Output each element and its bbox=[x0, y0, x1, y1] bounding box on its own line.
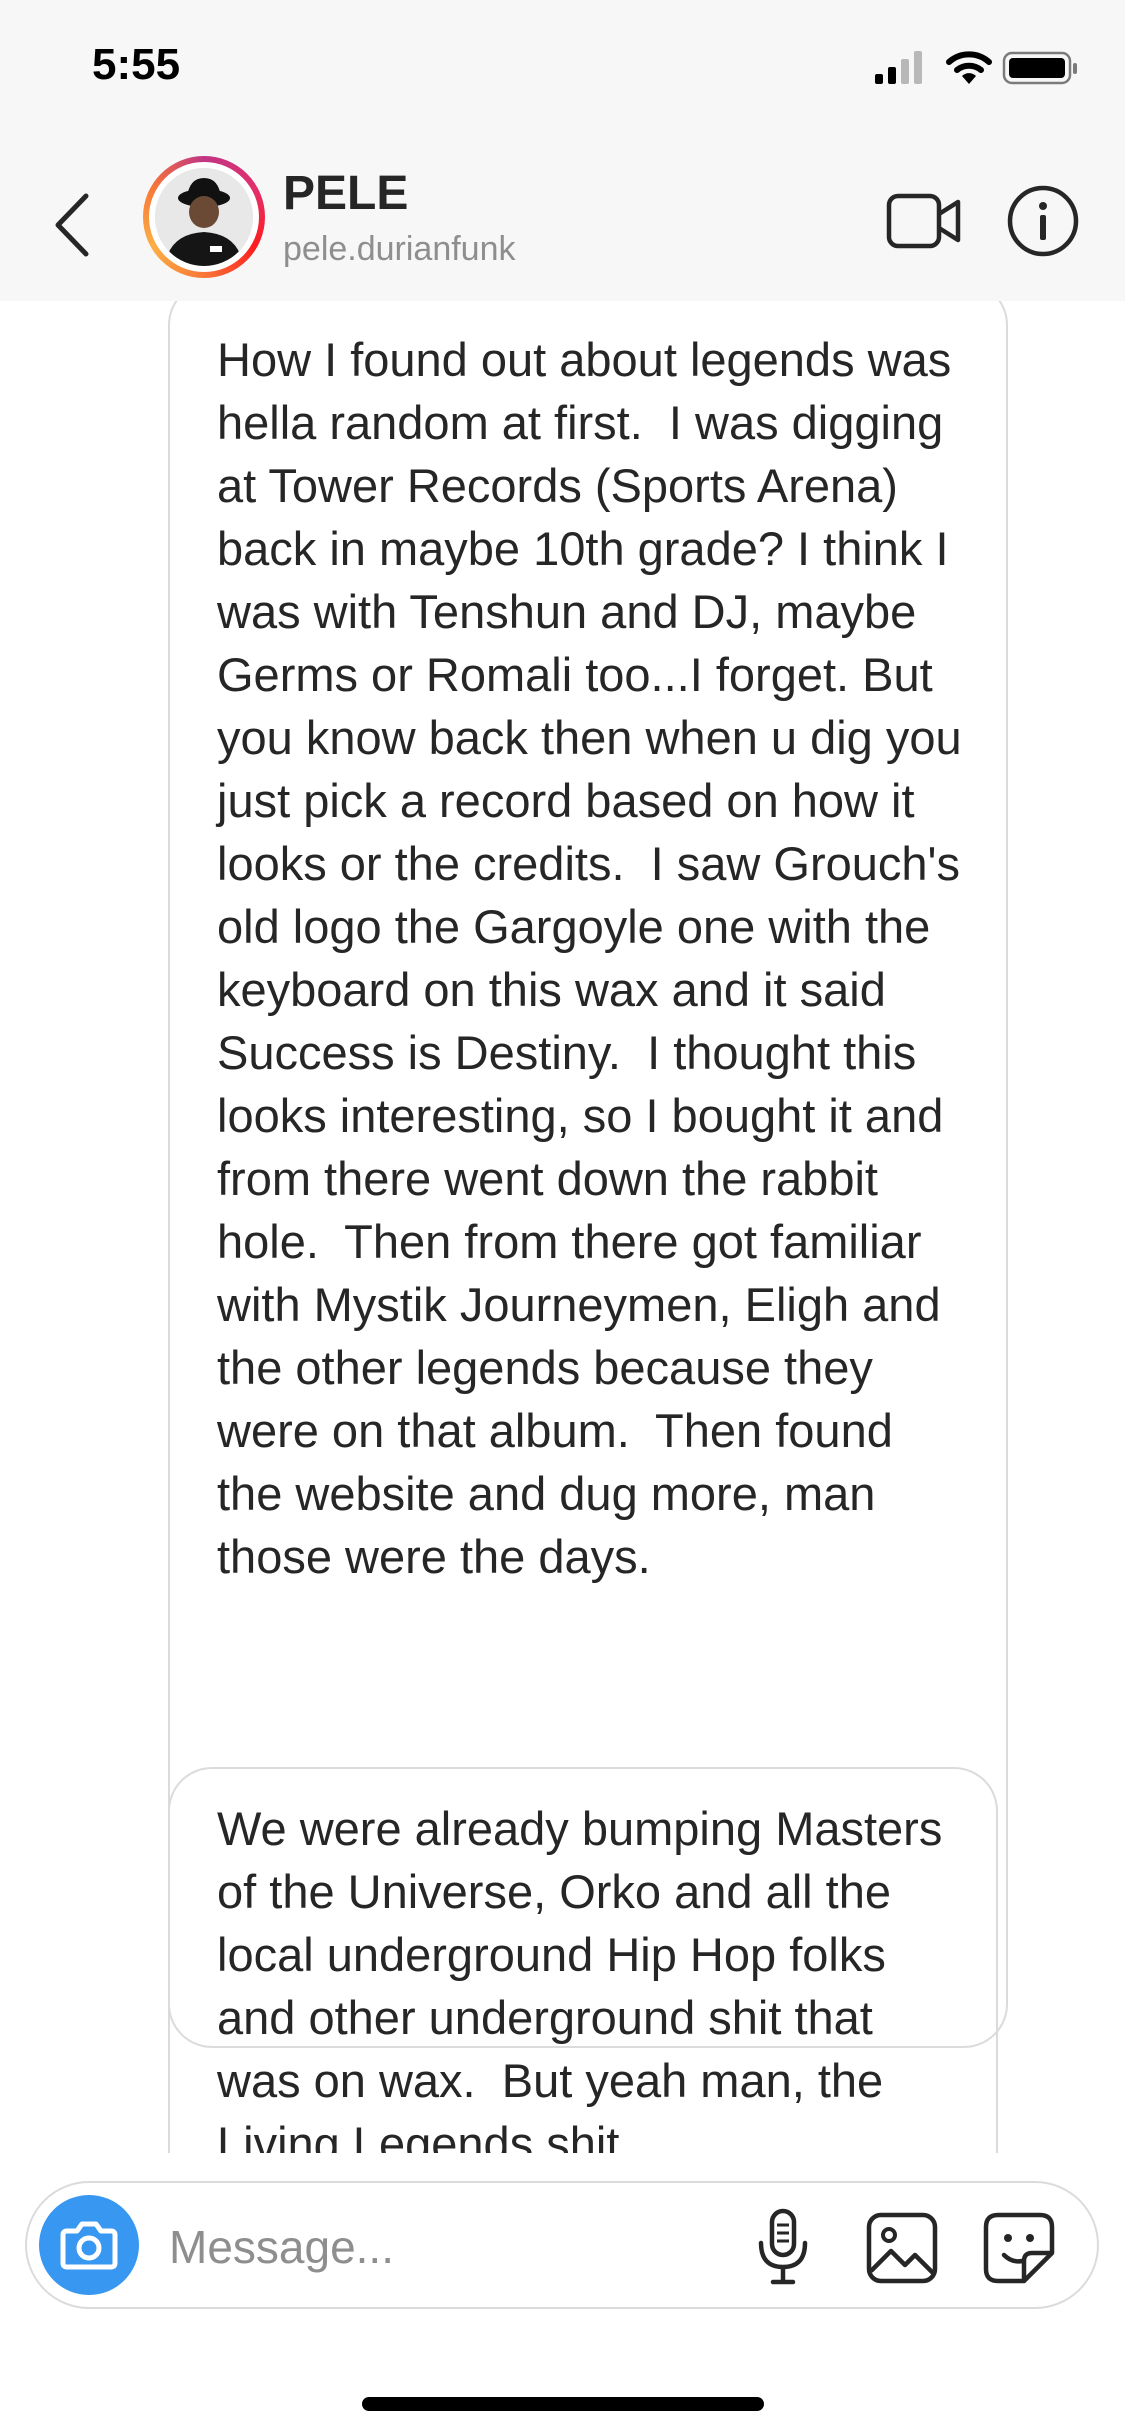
avatar[interactable] bbox=[143, 156, 265, 278]
info-icon bbox=[1007, 185, 1079, 257]
sticker-button[interactable] bbox=[982, 2211, 1056, 2285]
message-list[interactable]: How I found out about legends was hella … bbox=[0, 301, 1125, 2153]
camera-button[interactable] bbox=[39, 2195, 139, 2295]
gallery-button[interactable] bbox=[865, 2211, 939, 2285]
chevron-left-icon bbox=[55, 193, 89, 257]
signal-icon bbox=[875, 51, 922, 84]
microphone-icon bbox=[758, 2208, 808, 2285]
video-camera-icon bbox=[886, 193, 961, 249]
status-time: 5:55 bbox=[92, 40, 181, 89]
message-bubble[interactable]: We were already bumping Masters of the U… bbox=[168, 1767, 998, 2153]
sticker-icon bbox=[983, 2212, 1055, 2284]
wifi-icon bbox=[946, 51, 992, 84]
microphone-button[interactable] bbox=[753, 2207, 813, 2287]
info-button[interactable] bbox=[1006, 184, 1080, 258]
message-input[interactable] bbox=[167, 2213, 751, 2281]
home-indicator[interactable] bbox=[362, 2397, 764, 2411]
chat-header: PELE pele.durianfunk bbox=[0, 140, 1125, 303]
video-call-button[interactable] bbox=[886, 192, 962, 250]
gallery-icon bbox=[866, 2212, 938, 2284]
battery-icon bbox=[1002, 51, 1077, 85]
message-composer bbox=[25, 2181, 1099, 2309]
profile-name[interactable]: PELE bbox=[283, 166, 408, 221]
profile-username[interactable]: pele.durianfunk bbox=[283, 230, 516, 269]
status-bar: 5:55 bbox=[0, 0, 1125, 140]
avatar-photo bbox=[155, 168, 253, 266]
camera-icon bbox=[60, 2221, 118, 2270]
status-icons bbox=[875, 48, 1085, 88]
back-button[interactable] bbox=[50, 190, 96, 260]
